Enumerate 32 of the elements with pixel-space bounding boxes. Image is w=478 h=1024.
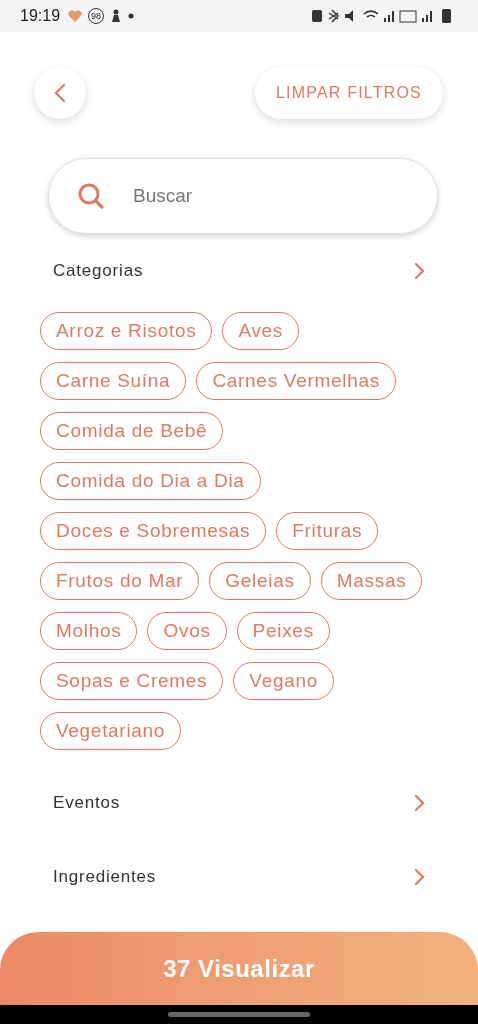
category-chip[interactable]: Massas xyxy=(320,562,423,600)
chevron-icon[interactable] xyxy=(414,262,426,280)
category-chip[interactable]: Comida do Dia a Dia xyxy=(40,462,261,500)
chevron-icon[interactable] xyxy=(414,868,426,886)
heart-icon xyxy=(68,10,83,22)
category-chip[interactable]: Aves xyxy=(222,312,300,350)
search-field[interactable]: Buscar xyxy=(131,184,409,208)
category-chip[interactable]: Peixes xyxy=(236,612,330,650)
category-chip[interactable]: Molhos xyxy=(40,612,138,650)
category-chip[interactable]: Carne Suína xyxy=(40,362,187,400)
chevron-icon[interactable] xyxy=(414,794,426,812)
category-chip[interactable]: Doces e Sobremesas xyxy=(40,512,267,550)
category-chip[interactable]: Ovos xyxy=(147,612,227,650)
category-chip[interactable]: Comida de Bebê xyxy=(40,412,224,450)
clear-filters-button[interactable]: LIMPAR FILTROS xyxy=(255,67,443,119)
figure-icon xyxy=(110,9,123,23)
category-chip[interactable]: Arroz e Risotos xyxy=(40,312,213,350)
category-chip[interactable]: Sopas e Cremes xyxy=(40,662,224,700)
status-time: 19:19 xyxy=(20,7,61,25)
section-title: Categorias xyxy=(53,261,144,281)
section-title: Eventos xyxy=(53,793,121,813)
category-chip[interactable]: Frituras xyxy=(276,512,379,550)
category-chip[interactable]: Vegetariano xyxy=(40,712,182,750)
category-chip[interactable]: Geleias xyxy=(209,562,311,600)
view-results-button[interactable]: 37 Visualizar xyxy=(0,932,478,1005)
search-icon xyxy=(77,182,105,210)
section-title: Ingredientes xyxy=(53,867,157,887)
chevron-left-icon xyxy=(54,83,66,103)
category-chip[interactable]: Frutos do Mar xyxy=(40,562,200,600)
category-chip[interactable]: Carnes Vermelhas xyxy=(196,362,396,400)
category-chip[interactable]: Vegano xyxy=(233,662,334,700)
dot-icon xyxy=(128,13,135,19)
